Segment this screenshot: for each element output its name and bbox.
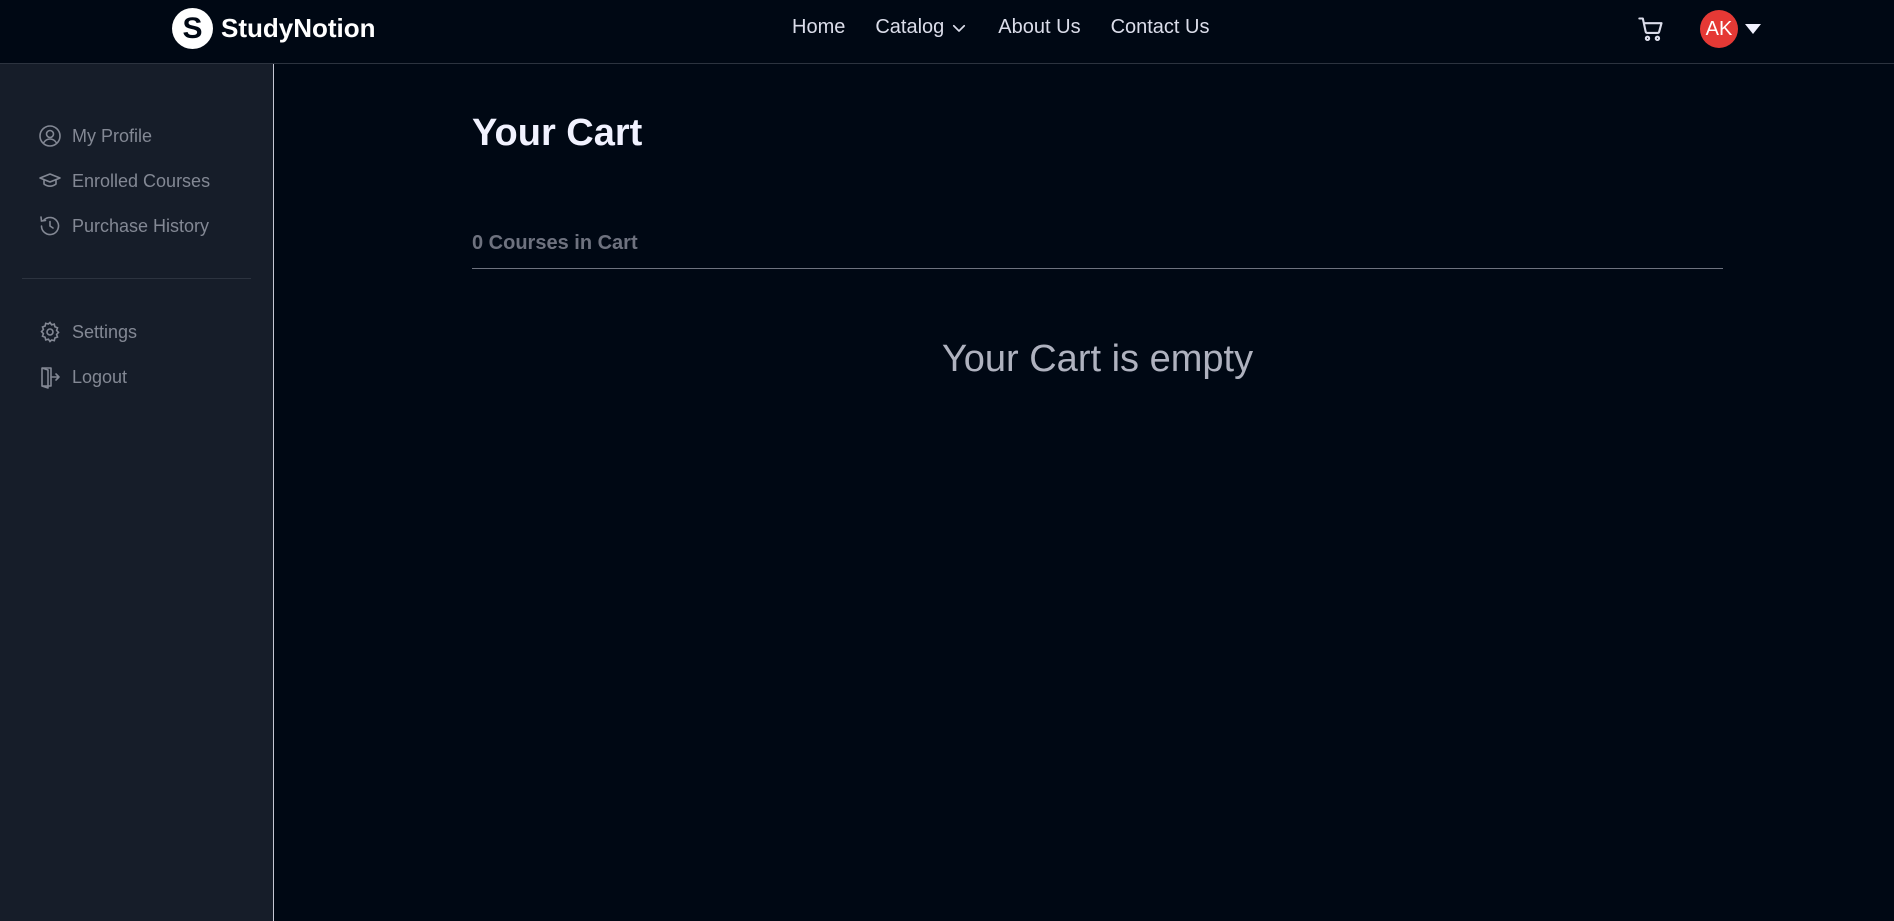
brand-name: StudyNotion bbox=[221, 13, 376, 43]
sidebar-item-label: My Profile bbox=[72, 125, 153, 146]
main-nav: Home Catalog About Us Contact Us bbox=[792, 16, 1210, 39]
dashboard-sidebar: My Profile Enrolled Courses Purchase His… bbox=[0, 64, 274, 921]
cart-count-text: 0 Courses in Cart bbox=[472, 232, 638, 254]
nav-home[interactable]: Home bbox=[792, 16, 845, 39]
profile-dropdown[interactable] bbox=[1744, 22, 1762, 36]
header-actions: AK bbox=[1636, 10, 1762, 48]
nav-catalog-label: Catalog bbox=[875, 16, 945, 38]
sidebar-item-label: Enrolled Courses bbox=[72, 170, 211, 191]
logo-mark-icon: S bbox=[172, 8, 213, 49]
sidebar-item-purchase-history[interactable]: Purchase History bbox=[38, 214, 209, 238]
sidebar-item-my-profile[interactable]: My Profile bbox=[38, 124, 152, 148]
sidebar-item-enrolled-courses[interactable]: Enrolled Courses bbox=[38, 169, 210, 193]
sidebar-item-label: Purchase History bbox=[72, 215, 210, 236]
sidebar-divider bbox=[22, 278, 251, 279]
logout-icon bbox=[41, 367, 60, 389]
page-title: Your Cart bbox=[472, 112, 643, 154]
cart-divider bbox=[472, 268, 1723, 269]
caret-down-icon bbox=[1745, 24, 1761, 34]
user-circle-icon bbox=[39, 125, 61, 147]
nav-contact[interactable]: Contact Us bbox=[1111, 16, 1210, 39]
chevron-down-icon bbox=[953, 24, 966, 32]
sidebar-item-settings[interactable]: Settings bbox=[38, 320, 137, 344]
sidebar-item-label: Settings bbox=[72, 321, 138, 342]
sidebar-item-label: Logout bbox=[72, 366, 128, 387]
avatar[interactable]: AK bbox=[1700, 10, 1738, 48]
top-navbar: S StudyNotion Home Catalog About Us Cont… bbox=[0, 0, 1894, 64]
brand-logo[interactable]: S StudyNotion bbox=[172, 8, 376, 49]
nav-about[interactable]: About Us bbox=[998, 16, 1080, 39]
sidebar-item-logout[interactable]: Logout bbox=[38, 365, 127, 389]
gear-icon bbox=[40, 321, 60, 343]
history-icon bbox=[40, 216, 60, 236]
graduation-cap-icon bbox=[39, 173, 61, 187]
shopping-cart-icon bbox=[1638, 17, 1663, 42]
nav-catalog[interactable]: Catalog bbox=[875, 16, 968, 39]
empty-cart-message: Your Cart is empty bbox=[941, 338, 1254, 380]
cart-button[interactable] bbox=[1636, 14, 1666, 44]
